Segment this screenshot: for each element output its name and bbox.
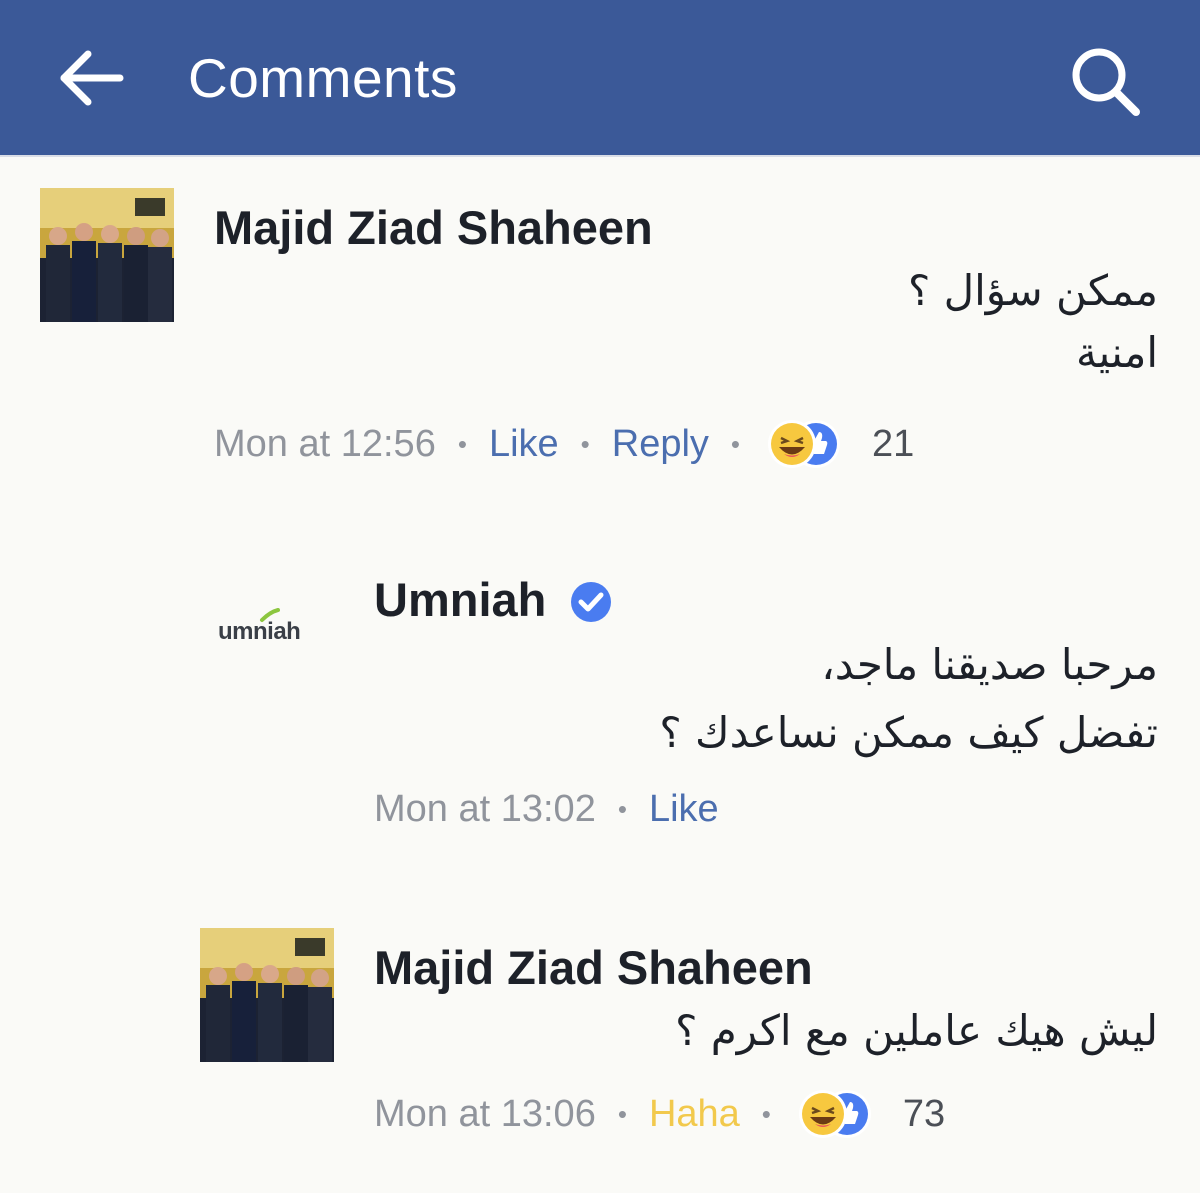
comment-timestamp: Mon at 13:06: [374, 1092, 596, 1135]
comment-timestamp: Mon at 13:02: [374, 788, 596, 830]
page-title: Comments: [188, 47, 458, 109]
verified-badge-icon: [571, 582, 611, 622]
reactions-summary[interactable]: 21: [766, 418, 914, 470]
top-app-bar: Comments: [0, 0, 1200, 157]
comment-timestamp: Mon at 12:56: [214, 422, 436, 465]
comment-text-line: ممكن سؤال ؟: [907, 266, 1158, 315]
haha-reaction-link[interactable]: Haha: [649, 1093, 740, 1136]
comment-text-line: تفضل كيف ممكن نساعدك ؟: [659, 708, 1158, 757]
separator-dot: •: [617, 794, 627, 824]
separator-dot: •: [730, 428, 741, 459]
comment-text-line: امنية: [1075, 328, 1158, 377]
separator-dot: •: [617, 1098, 627, 1129]
comment-meta: Mon at 13:06 • Haha • 73: [374, 1088, 945, 1140]
avatar[interactable]: umniah: [200, 560, 334, 694]
comment-author[interactable]: Majid Ziad Shaheen: [374, 940, 813, 995]
avatar[interactable]: [200, 928, 334, 1062]
reaction-count: 21: [872, 422, 915, 465]
search-icon[interactable]: [1068, 44, 1142, 118]
comment-meta: Mon at 12:56 • Like • Reply • 21: [214, 418, 914, 470]
separator-dot: •: [580, 428, 590, 459]
comment-meta: Mon at 13:02 • Like: [374, 788, 719, 831]
separator-dot: •: [457, 428, 467, 459]
comment-text-line: مرحبا صديقنا ماجد،: [821, 640, 1158, 689]
like-link[interactable]: Like: [489, 423, 559, 466]
comment-text-line: ليش هيك عاملين مع اكرم ؟: [675, 1006, 1158, 1055]
comment-author[interactable]: Majid Ziad Shaheen: [214, 200, 653, 255]
arrow-left-icon[interactable]: [58, 48, 124, 108]
avatar[interactable]: [40, 188, 174, 322]
haha-like-reaction-icon: [798, 1090, 871, 1138]
haha-like-reaction-icon: [768, 420, 841, 468]
comment-author[interactable]: Umniah: [374, 572, 546, 627]
like-link[interactable]: Like: [649, 788, 719, 831]
reaction-count: 73: [902, 1092, 946, 1135]
reply-link[interactable]: Reply: [612, 423, 709, 466]
separator-dot: •: [761, 1098, 771, 1129]
logo-text: umniah: [218, 618, 301, 645]
reactions-summary[interactable]: 73: [797, 1088, 945, 1140]
